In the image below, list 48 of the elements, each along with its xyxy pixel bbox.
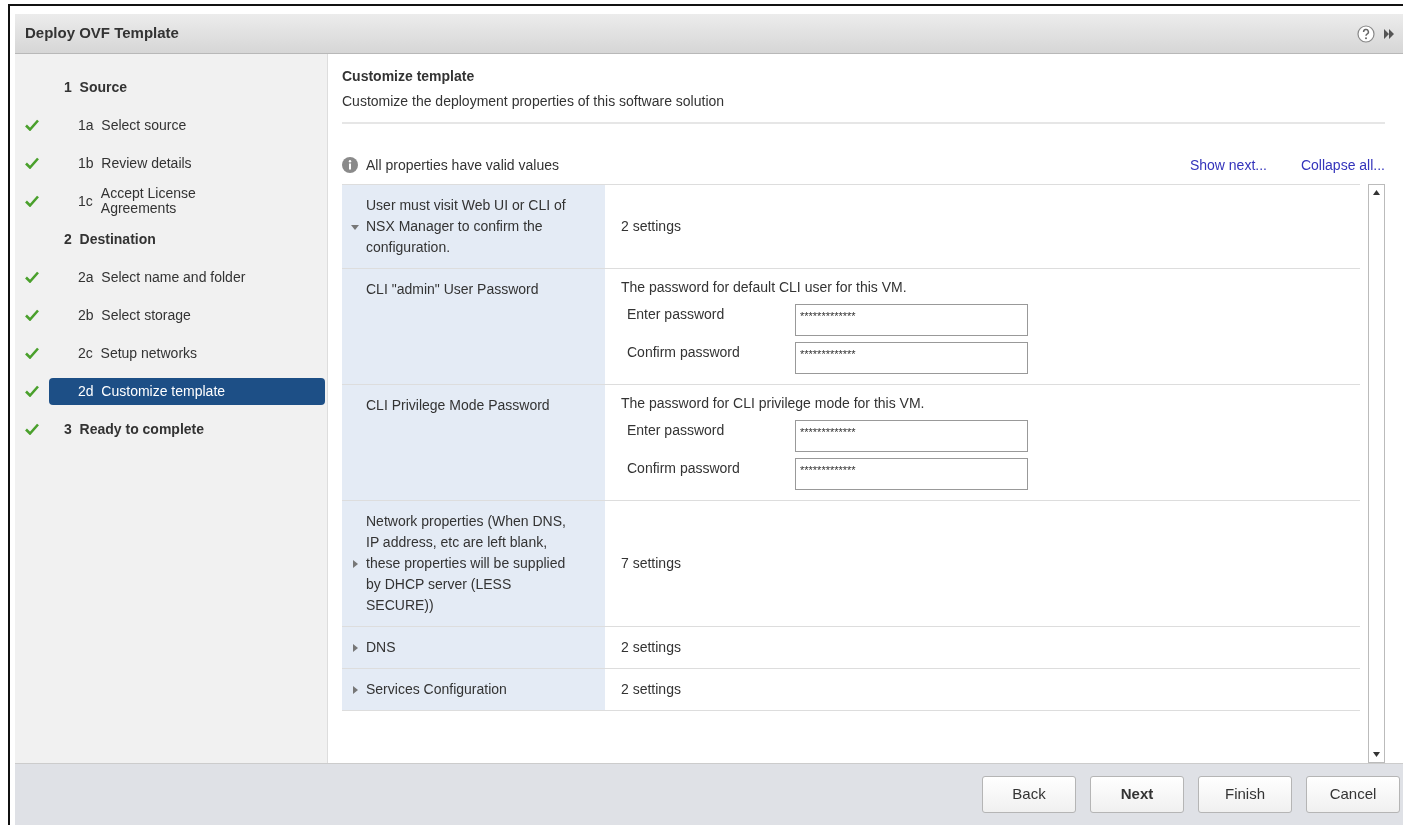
settings-count: 2 settings [621, 680, 681, 699]
page-title: Customize template [342, 67, 476, 86]
wizard-step[interactable]: 2a Select name and folder [49, 263, 325, 291]
password-field[interactable]: ************* [795, 420, 1028, 452]
wizard-section[interactable]: 1 Source [49, 73, 325, 101]
property-label: CLI "admin" User Password [366, 280, 539, 299]
wizard-button[interactable]: Cancel [1306, 776, 1400, 813]
password-field[interactable]: ************* [795, 304, 1028, 336]
wizard-button[interactable]: Finish [1198, 776, 1292, 813]
field-label: Enter password [626, 305, 726, 324]
link[interactable]: Show next... [1189, 154, 1267, 176]
property-label: CLI Privilege Mode Password [366, 396, 550, 415]
field-label: Confirm password [626, 343, 741, 362]
wizard-button[interactable]: Back [982, 776, 1076, 813]
help-icon[interactable] [1357, 24, 1375, 43]
property-description: The password for CLI privilege mode for this VM. [621, 394, 926, 413]
wizard-button[interactable]: Next [1090, 776, 1184, 813]
expand-icon[interactable] [1383, 27, 1395, 40]
page-subtitle: Customize the deployment properties of this software solution [342, 93, 725, 109]
password-field[interactable]: ************* [795, 458, 1028, 490]
step-number: 1c [78, 191, 93, 211]
wizard-step[interactable]: 2d Customize template [49, 377, 325, 405]
wizard-step[interactable]: 2b Select storage [49, 301, 325, 329]
window-title: Deploy OVF Template [25, 23, 179, 44]
property-label: Network properties (When DNS, IP address, etc are left blank, these properties will be supplied by DHCP server (LESS SECURE)) [366, 512, 566, 615]
field-label: Confirm password [626, 459, 741, 478]
step-label: Accept License Agreements [100, 186, 197, 216]
validation-message: All properties have valid values [366, 155, 559, 175]
expand-icon[interactable] [350, 684, 360, 695]
wizard-step[interactable]: 1b Review details [49, 149, 325, 177]
settings-count: 2 settings [621, 638, 681, 657]
wizard-section[interactable]: 3 Ready to complete [49, 415, 325, 443]
settings-count: 7 settings [621, 554, 681, 573]
password-field[interactable]: ************* [795, 342, 1028, 374]
wizard-section[interactable]: 2 Destination [49, 225, 325, 253]
expand-icon[interactable] [350, 642, 360, 653]
wizard-step[interactable]: 1a Select source [49, 111, 325, 139]
expand-icon[interactable] [350, 558, 360, 569]
info-icon [342, 157, 358, 173]
property-label: User must visit Web UI or CLI of NSX Manager to confirm the configuration. [366, 196, 566, 257]
wizard-step[interactable]: 2c Setup networks [49, 339, 325, 367]
link[interactable]: Collapse all... [1300, 154, 1385, 176]
property-label: Services Configuration [366, 680, 507, 699]
property-description: The password for default CLI user for this VM. [621, 278, 908, 297]
settings-count: 2 settings [621, 217, 681, 236]
field-label: Enter password [626, 421, 726, 440]
property-label: DNS [366, 638, 396, 657]
scrollbar[interactable] [1368, 184, 1385, 763]
